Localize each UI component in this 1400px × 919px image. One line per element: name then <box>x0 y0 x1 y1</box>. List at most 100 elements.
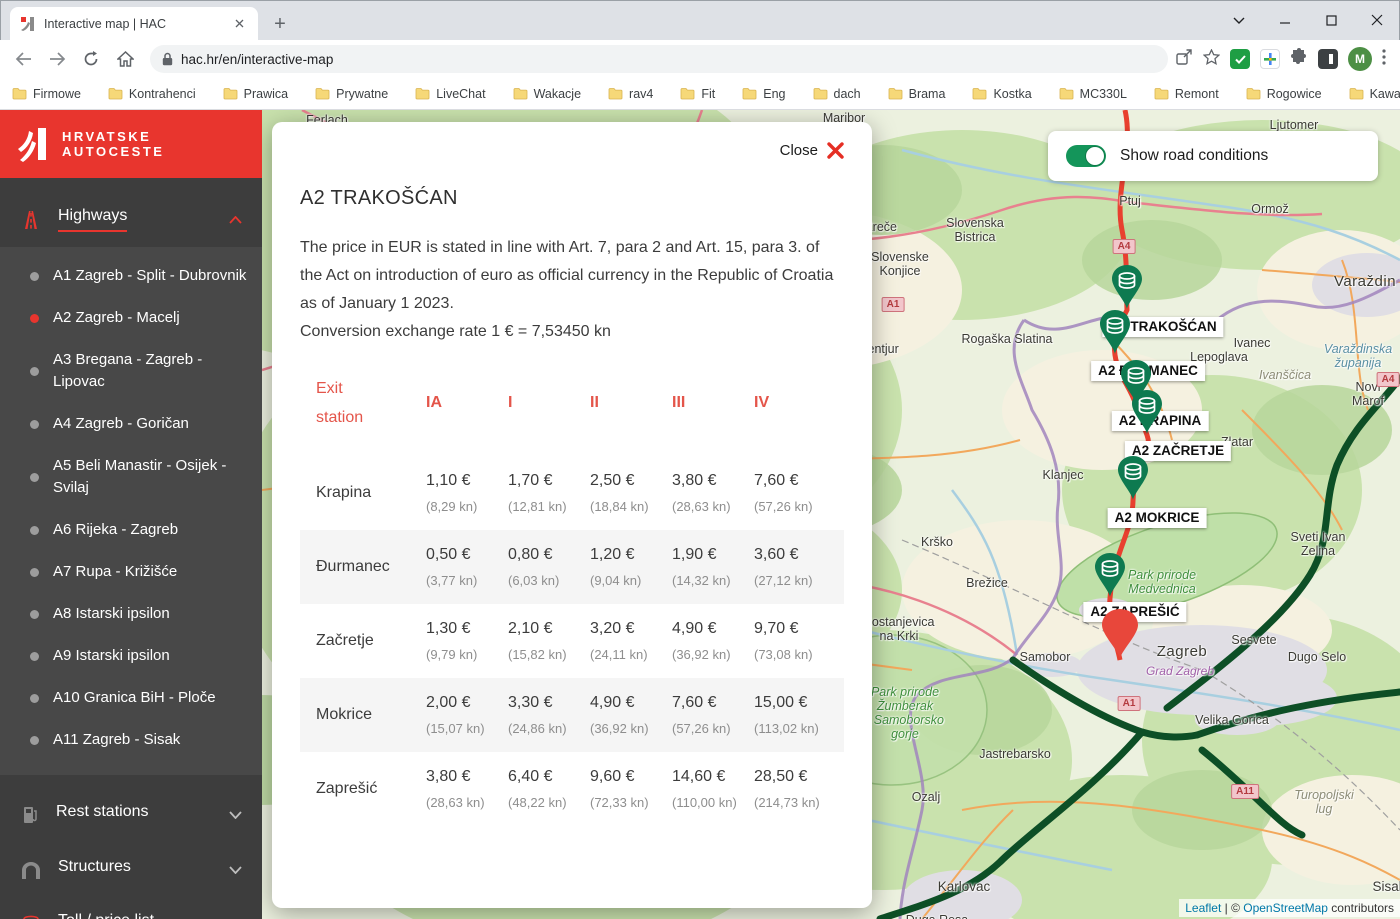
bookmark-item[interactable]: Eng <box>742 86 786 101</box>
extension-check-icon[interactable] <box>1230 49 1250 69</box>
hac-logo-icon <box>18 128 46 162</box>
price-kn: (24,86 kn) <box>508 721 567 736</box>
toll-station-marker-label[interactable]: A2 MOKRICE <box>1107 508 1207 528</box>
bookmark-item[interactable]: rav4 <box>608 87 653 101</box>
sidebar: HRVATSKE AUTOCESTE Highways A1 Zagreb - … <box>0 110 262 919</box>
toll-station-marker[interactable] <box>1098 309 1132 355</box>
toll-station-marker[interactable] <box>1116 455 1150 501</box>
bookmark-item[interactable]: Kontrahenci <box>108 87 196 101</box>
bookmark-item[interactable]: Prawica <box>223 87 288 101</box>
bookmark-item[interactable]: Wakacje <box>513 87 581 101</box>
bookmark-item[interactable]: Firmowe <box>12 87 81 101</box>
sidebar-section-structures[interactable]: Structures <box>0 842 262 897</box>
price-cell: 2,00 € (15,07 kn) <box>426 694 508 736</box>
address-bar[interactable]: hac.hr/en/interactive-map <box>150 45 1168 73</box>
exit-station-name: Mokrice <box>316 706 373 723</box>
sidebar-extension-icon[interactable] <box>1318 49 1338 69</box>
extensions-puzzle-icon[interactable] <box>1290 47 1308 71</box>
profile-avatar[interactable]: M <box>1348 47 1372 71</box>
toll-pin-icon <box>1095 553 1125 597</box>
toll-station-marker[interactable] <box>1110 264 1144 310</box>
price-kn: (18,84 kn) <box>590 499 649 514</box>
price-cell: 1,20 € (9,04 kn) <box>590 546 672 588</box>
price-cell: 1,30 € (9,79 kn) <box>426 620 508 662</box>
folder-icon <box>742 88 757 100</box>
sidebar-item-highway[interactable]: A7 Rupa - Križišće <box>0 551 262 593</box>
hac-logo[interactable]: HRVATSKE AUTOCESTE <box>0 110 262 178</box>
sidebar-section-toll-price-list[interactable]: Toll / price list <box>0 897 262 919</box>
price-eur: 2,00 € <box>426 694 471 711</box>
exit-station-name: Đurmanec <box>316 558 390 575</box>
highway-status-dot <box>30 609 39 619</box>
map-canvas[interactable]: Ferlach Maribor Ljutomer Ptuj Ormož Varaždin S… <box>262 110 1400 919</box>
highway-label: A11 Zagreb - Sisak <box>53 731 181 748</box>
highway-status-dot <box>30 271 39 281</box>
price-class-header: I <box>508 394 513 411</box>
sidebar-section-rest-stations[interactable]: Rest stations <box>0 787 262 842</box>
maximize-button[interactable] <box>1308 0 1354 40</box>
browser-menu-icon[interactable] <box>1382 48 1386 70</box>
bookmark-item[interactable]: Kostka <box>972 87 1032 101</box>
tab-search-icon[interactable] <box>1216 0 1262 40</box>
close-window-button[interactable] <box>1354 0 1400 40</box>
bookmark-label: rav4 <box>629 86 654 101</box>
bookmark-item[interactable]: Prywatne <box>315 87 388 101</box>
bookmark-label: Rogowice <box>1266 86 1322 101</box>
highway-icon <box>25 210 37 229</box>
bookmark-item[interactable]: MC330L <box>1059 87 1127 101</box>
share-icon[interactable] <box>1176 48 1193 70</box>
price-kn: (8,29 kn) <box>426 499 478 514</box>
bookmark-item[interactable]: Fit <box>680 87 715 101</box>
toll-station-marker[interactable] <box>1130 389 1164 435</box>
sidebar-item-highway[interactable]: A5 Beli Manastir - Osijek - Svilaj <box>0 445 262 509</box>
sidebar-item-highway[interactable]: A1 Zagreb - Split - Dubrovnik <box>0 255 262 297</box>
toll-station-marker[interactable] <box>1093 552 1127 598</box>
sidebar-section-highways[interactable]: Highways <box>0 192 262 247</box>
bookmark-label: Firmowe <box>33 86 81 101</box>
road-shield: A11 <box>1231 784 1259 799</box>
close-icon <box>827 142 844 159</box>
sidebar-item-highway[interactable]: A4 Zagreb - Goričan <box>0 403 262 445</box>
bookmark-item[interactable]: Remont <box>1154 87 1219 101</box>
chevron-up-icon <box>229 215 242 224</box>
road-conditions-toggle[interactable] <box>1066 145 1106 167</box>
sidebar-item-highway[interactable]: A8 Istarski ipsilon <box>0 593 262 635</box>
minimize-button[interactable] <box>1262 0 1308 40</box>
sidebar-item-highway[interactable]: A10 Granica BiH - Ploče <box>0 677 262 719</box>
price-eur: 9,60 € <box>590 768 635 785</box>
forward-icon[interactable] <box>42 44 72 74</box>
close-button[interactable]: Close <box>300 142 844 159</box>
extension-plus-icon[interactable] <box>1260 49 1280 69</box>
folder-icon <box>1154 88 1169 100</box>
sidebar-item-highway[interactable]: A6 Rijeka - Zagreb <box>0 509 262 551</box>
bookmark-star-icon[interactable] <box>1202 47 1221 70</box>
price-kn: (57,26 kn) <box>754 499 813 514</box>
sidebar-item-highway[interactable]: A11 Zagreb - Sisak <box>0 719 262 761</box>
bookmark-item[interactable]: dach <box>813 87 861 101</box>
sidebar-item-highway[interactable]: A2 Zagreb - Macelj <box>0 297 262 339</box>
price-kn: (36,92 kn) <box>672 647 731 662</box>
sidebar-item-highway[interactable]: A9 Istarski ipsilon <box>0 635 262 677</box>
window-controls <box>1216 0 1400 40</box>
bookmark-item[interactable]: Kawa <box>1349 87 1400 101</box>
openstreetmap-link[interactable]: OpenStreetMap <box>1243 901 1328 915</box>
price-cell: 3,20 € (24,11 kn) <box>590 620 672 662</box>
bookmark-label: Eng <box>763 86 786 101</box>
browser-tab[interactable]: Interactive map | HAC <box>10 7 258 40</box>
sidebar-item-highway[interactable]: A3 Bregana - Zagreb - Lipovac <box>0 339 262 403</box>
price-eur: 1,90 € <box>672 546 717 563</box>
bookmark-item[interactable]: LiveChat <box>415 87 486 101</box>
selected-location-pin[interactable] <box>1100 608 1140 660</box>
back-icon[interactable] <box>8 44 38 74</box>
bookmark-item[interactable]: Brama <box>888 87 945 101</box>
tab-close-icon[interactable] <box>231 15 248 32</box>
price-eur: 3,30 € <box>508 694 553 711</box>
leaflet-link[interactable]: Leaflet <box>1185 901 1221 915</box>
price-eur: 0,50 € <box>426 546 471 563</box>
price-kn: (28,63 kn) <box>672 499 731 514</box>
price-eur: 14,60 € <box>672 768 726 785</box>
bookmark-item[interactable]: Rogowice <box>1246 87 1322 101</box>
new-tab-button[interactable]: + <box>266 10 294 38</box>
home-icon[interactable] <box>110 44 140 74</box>
reload-icon[interactable] <box>76 44 106 74</box>
